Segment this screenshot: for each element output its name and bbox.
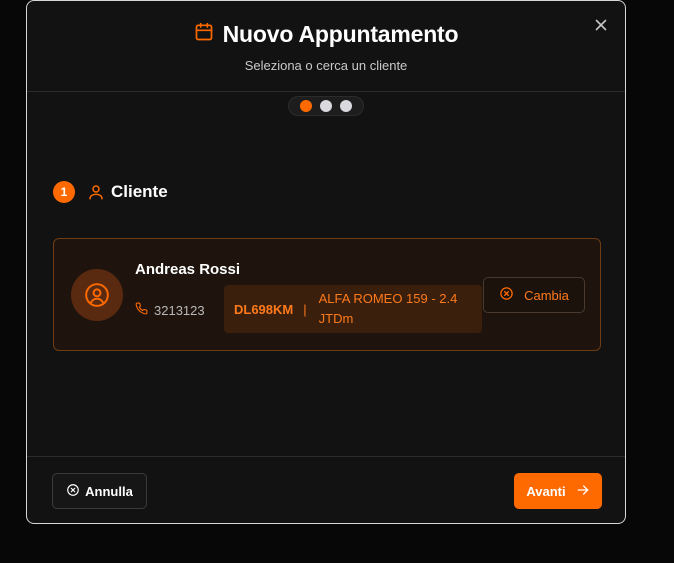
close-icon[interactable] — [593, 17, 609, 33]
x-circle-icon — [66, 483, 80, 500]
dialog-header: Nuovo Appuntamento Seleziona o cerca un … — [27, 1, 625, 92]
cancel-label: Annulla — [85, 483, 133, 499]
change-label: Cambia — [524, 287, 569, 303]
avatar — [71, 269, 123, 321]
next-label: Avanti — [526, 483, 566, 499]
new-appointment-dialog: Nuovo Appuntamento Seleziona o cerca un … — [26, 0, 626, 524]
client-phone: 3213123 — [135, 302, 205, 318]
change-client-button[interactable]: Cambia — [483, 277, 585, 313]
vehicle-badge: DL698KM | ALFA ROMEO 159 - 2.4 JTDm — [224, 285, 482, 333]
step-dot-2 — [320, 100, 332, 112]
cancel-button[interactable]: Annulla — [52, 473, 147, 509]
step-indicator — [288, 96, 364, 116]
license-plate: DL698KM — [234, 301, 294, 317]
phone-icon — [135, 302, 148, 318]
user-circle-icon — [85, 283, 109, 307]
phone-number: 3213123 — [154, 302, 205, 318]
vehicle-model: ALFA ROMEO 159 - 2.4 JTDm — [318, 291, 458, 326]
title-row: Nuovo Appuntamento — [27, 21, 625, 48]
step-number-badge: 1 — [53, 181, 75, 203]
step-dot-1 — [300, 100, 312, 112]
vehicle-separator: | — [303, 301, 307, 317]
x-circle-icon — [499, 286, 514, 304]
dialog-footer: Annulla Avanti — [27, 456, 625, 523]
client-section-header: 1 Cliente — [53, 181, 168, 203]
dialog-title: Nuovo Appuntamento — [222, 21, 459, 47]
arrow-right-icon — [576, 483, 590, 500]
section-title: Cliente — [111, 182, 168, 201]
step-dot-3 — [340, 100, 352, 112]
calendar-icon — [194, 22, 214, 47]
selected-client-card: Andreas Rossi 3213123 DL698KM | ALFA ROM… — [53, 238, 601, 351]
user-icon — [87, 183, 105, 201]
dialog-subtitle: Seleziona o cerca un cliente — [244, 58, 408, 73]
client-name: Andreas Rossi — [135, 261, 241, 278]
next-button[interactable]: Avanti — [514, 473, 602, 509]
